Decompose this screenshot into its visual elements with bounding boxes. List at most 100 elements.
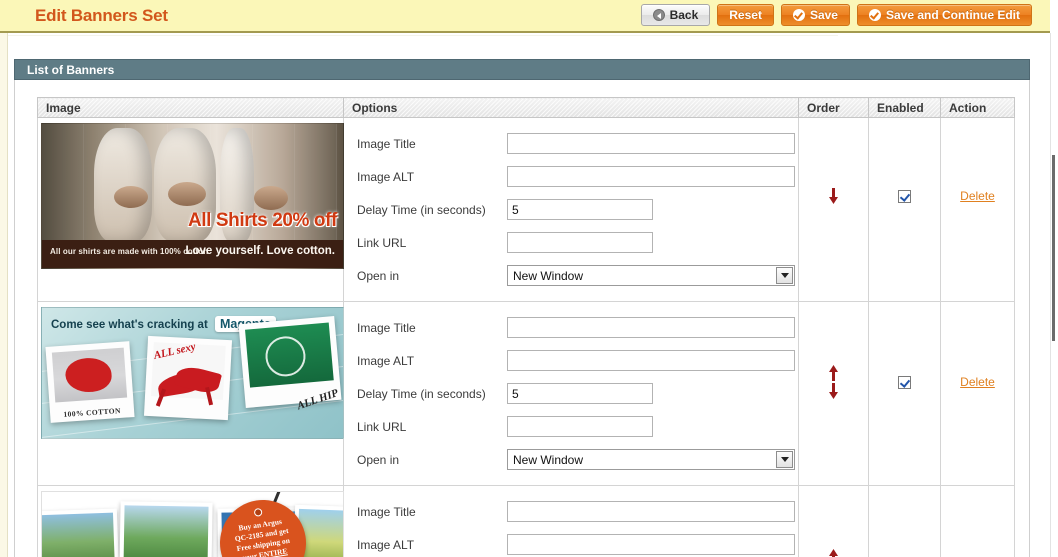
polaroid-handwriting: ALL HIP [295, 387, 341, 413]
field-row-image-alt: Image ALT [357, 528, 798, 557]
banner-image-cell: Buy an Argus QC-2185 and get Free shippi… [37, 485, 344, 557]
back-button[interactable]: Back [640, 4, 711, 26]
open-in-select[interactable]: New Window [507, 449, 795, 470]
table-row: Come see what's cracking at Magento 100%… [37, 301, 1015, 486]
banner-preview-magento[interactable]: Come see what's cracking at Magento 100%… [41, 307, 344, 439]
banner-options-cell: Image Title Image ALT Delay Time (in sec… [343, 485, 799, 557]
image-alt-input[interactable] [507, 350, 795, 371]
open-in-select[interactable]: New Window [507, 265, 795, 286]
reset-button-label: Reset [729, 8, 762, 22]
banner-enabled-cell [868, 485, 941, 557]
circle-check-icon [868, 9, 881, 21]
banner-preview-memories[interactable]: Buy an Argus QC-2185 and get Free shippi… [41, 491, 344, 557]
label-link-url: Link URL [357, 419, 407, 434]
field-row-link-url: Link URL [357, 226, 798, 259]
label-link-url: Link URL [357, 235, 407, 250]
banner-title-prefix: Come see what's cracking at [51, 319, 208, 331]
label-image-alt: Image ALT [357, 169, 415, 184]
move-up-icon[interactable] [827, 365, 840, 381]
polaroid-photo: 100% COTTON [45, 341, 135, 423]
banner-options-cell: Image Title Image ALT Delay Time (in sec… [343, 301, 799, 486]
field-row-open-in: Open in New Window [357, 443, 798, 476]
label-image-title: Image Title [357, 136, 416, 151]
label-open-in: Open in [357, 452, 400, 467]
move-down-icon[interactable] [827, 188, 840, 204]
banner-image-cell: All Shirts 20% off All our shirts are ma… [37, 117, 344, 302]
tshirt-logo-graphic [263, 334, 308, 379]
column-header-order: Order [798, 97, 869, 118]
delete-link[interactable]: Delete [960, 189, 995, 203]
delay-time-input[interactable] [507, 199, 653, 220]
reset-button[interactable]: Reset [717, 4, 774, 26]
chevron-down-icon[interactable] [776, 451, 793, 468]
link-url-input[interactable] [507, 232, 653, 253]
photo-thumb [42, 508, 120, 557]
red-graphic-shape [64, 356, 113, 394]
circle-arrow-left-icon [652, 9, 665, 21]
table-header-row: Image Options Order Enabled Action [37, 97, 1015, 118]
banner-order-cell [798, 301, 869, 486]
column-header-image: Image [37, 97, 344, 118]
delay-time-input[interactable] [507, 383, 653, 404]
banner-footer: All our shirts are made with 100% cotton… [42, 240, 343, 268]
label-delay-time: Delay Time (in seconds) [357, 386, 486, 401]
banner-preview-shirts[interactable]: All Shirts 20% off All our shirts are ma… [41, 123, 344, 269]
label-open-in: Open in [357, 268, 400, 283]
banner-order-cell [798, 485, 869, 557]
label-image-title: Image Title [357, 320, 416, 335]
banner-action-cell: Delete [940, 301, 1015, 486]
image-alt-input[interactable] [507, 166, 795, 187]
banner-action-cell: Delete [940, 485, 1015, 557]
page-scrollbar-thumb[interactable] [1052, 155, 1055, 341]
column-header-options: Options [343, 97, 799, 118]
table-row: All Shirts 20% off All our shirts are ma… [37, 117, 1015, 302]
promo-tag-text: Buy an Argus QC-2185 and get Free shippi… [223, 514, 304, 557]
banner-enabled-cell [868, 301, 941, 486]
page-header: Edit Banners Set Back Reset Save Save an… [0, 0, 1050, 33]
banners-table: Image Options Order Enabled Action All S… [37, 97, 1015, 557]
field-row-open-in: Open in New Window [357, 259, 798, 292]
image-title-input[interactable] [507, 317, 795, 338]
enabled-checkbox[interactable] [898, 189, 911, 203]
enabled-checkbox[interactable] [898, 375, 911, 389]
save-button-label: Save [809, 8, 838, 22]
image-title-input[interactable] [507, 133, 795, 154]
table-row: Buy an Argus QC-2185 and get Free shippi… [37, 485, 1015, 557]
tag-hole-icon [253, 507, 263, 517]
link-url-input[interactable] [507, 416, 653, 437]
field-row-link-url: Link URL [357, 410, 798, 443]
banner-headline: All Shirts 20% off [187, 210, 337, 231]
banner-image-cell: Come see what's cracking at Magento 100%… [37, 301, 344, 486]
header-button-group: Back Reset Save Save and Continue Edit [640, 4, 1032, 26]
polaroid-caption: 100% COTTON [63, 405, 122, 419]
save-button[interactable]: Save [780, 4, 850, 26]
chevron-down-icon[interactable] [776, 267, 793, 284]
banner-order-cell [798, 117, 869, 302]
banner-footer-right: Love yourself. Love cotton. [185, 245, 335, 257]
banner-action-cell: Delete [940, 117, 1015, 302]
panel-title: List of Banners [27, 63, 115, 77]
image-alt-input[interactable] [507, 534, 795, 555]
open-in-selected-value: New Window [513, 268, 584, 283]
delete-link[interactable]: Delete [960, 375, 995, 389]
polaroid-photo: ALL sexy [143, 335, 233, 421]
label-image-title: Image Title [357, 504, 416, 519]
panel-body: Image Options Order Enabled Action All S… [14, 80, 1030, 557]
back-button-label: Back [669, 8, 699, 22]
field-row-image-title: Image Title [357, 495, 798, 528]
label-delay-time: Delay Time (in seconds) [357, 202, 486, 217]
banner-options-cell: Image Title Image ALT Delay Time (in sec… [343, 117, 799, 302]
open-in-selected-value: New Window [513, 452, 584, 467]
save-and-continue-button[interactable]: Save and Continue Edit [856, 4, 1032, 26]
field-row-image-alt: Image ALT [357, 160, 798, 193]
column-header-enabled: Enabled [868, 97, 941, 118]
polaroid-photo: ALL HIP [238, 315, 342, 412]
polaroid-handwriting: ALL sexy [152, 340, 197, 362]
page-root: Width (px) 500 Height (px) 200 Edit Bann… [0, 0, 1058, 557]
move-up-icon[interactable] [827, 549, 840, 557]
image-title-input[interactable] [507, 501, 795, 522]
page-left-edge [0, 0, 8, 557]
column-header-action: Action [940, 97, 1015, 118]
move-down-icon[interactable] [827, 383, 840, 399]
banner-enabled-cell [868, 117, 941, 302]
